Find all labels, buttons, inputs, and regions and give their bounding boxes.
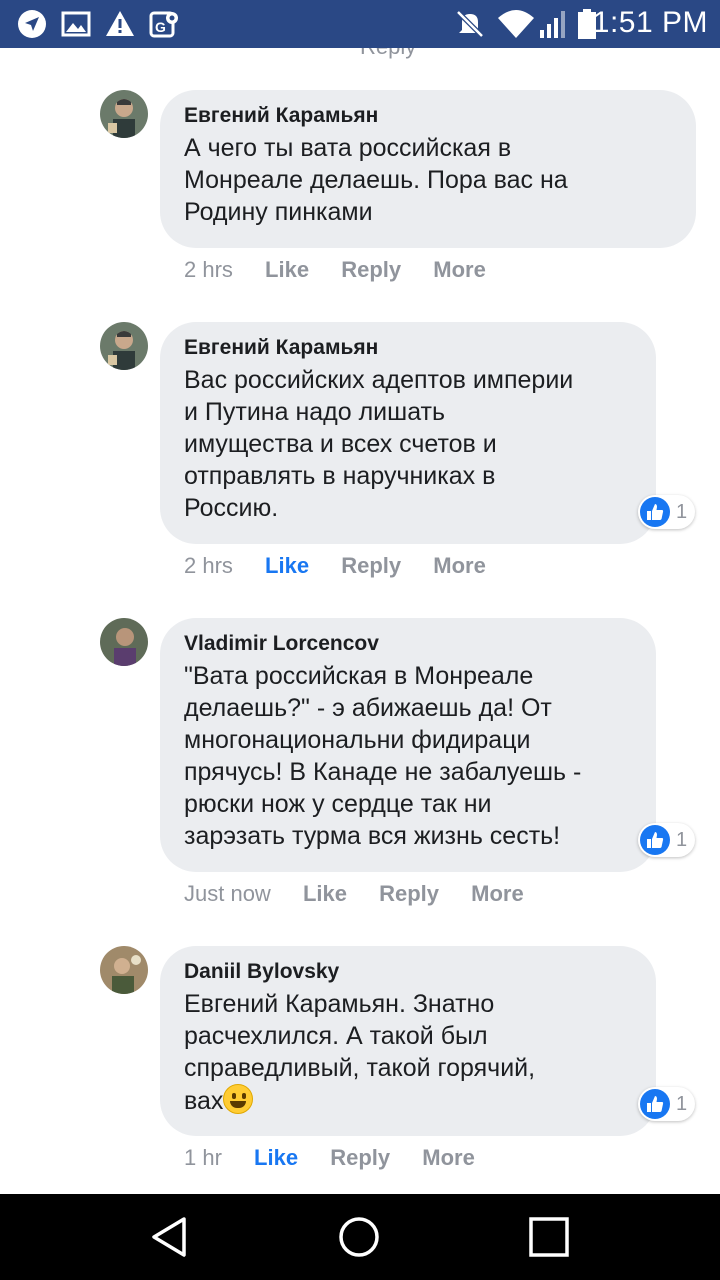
comment-text: А чего ты вата российская в Монреале дел… [184, 134, 568, 226]
more-button[interactable]: More [433, 552, 486, 580]
comment-bubble: Vladimir Lorcencov "Вата российская в Мо… [160, 618, 656, 872]
comment-text: Вас российских адептов империи и Путина … [184, 366, 574, 522]
clock: 1:51 PM [592, 6, 708, 39]
reaction-count: 1 [676, 828, 688, 851]
comment-author[interactable]: Daniil Bylovsky [184, 958, 632, 986]
comment-author[interactable]: Евгений Карамьян [184, 102, 672, 130]
reaction-count: 1 [676, 1092, 688, 1115]
comment-author[interactable]: Евгений Карамьян [184, 334, 632, 362]
comment-time[interactable]: Just now [184, 880, 271, 908]
comment-text: Евгений Карамьян. Знатно расчехлился. А … [184, 988, 632, 1117]
reply-button[interactable]: Reply [330, 1144, 390, 1172]
mute-icon [456, 10, 484, 38]
like-button[interactable]: Like [265, 256, 309, 284]
more-button[interactable]: More [471, 880, 524, 908]
reply-button[interactable]: Reply [341, 256, 401, 284]
reaction-count: 1 [676, 500, 688, 523]
thumbs-up-icon [640, 497, 670, 527]
comment-bubble: Евгений Карамьян Вас российских адептов … [160, 322, 656, 544]
comment-author[interactable]: Vladimir Lorcencov [184, 630, 632, 658]
avatar[interactable] [100, 618, 148, 666]
comment-time[interactable]: 2 hrs [184, 552, 233, 580]
comment-bubble: Евгений Карамьян А чего ты вата российск… [160, 90, 696, 248]
comment-time[interactable]: 1 hr [184, 1144, 222, 1172]
status-bar: G 1:51 PM [0, 0, 720, 48]
like-button[interactable]: Like [303, 880, 347, 908]
navigation-icon [18, 10, 46, 38]
like-button[interactable]: Like [254, 1144, 298, 1172]
reply-button[interactable]: Reply [379, 880, 439, 908]
cut-off-reply: Reply [360, 48, 416, 60]
comments-feed[interactable]: Reply Евгений Карамьян А чего ты вата ро… [0, 48, 720, 1194]
warning-icon [106, 11, 134, 36]
reactions-badge[interactable]: 1 [638, 823, 696, 857]
thumbs-up-icon [640, 1089, 670, 1119]
comment-time[interactable]: 2 hrs [184, 256, 233, 284]
reactions-badge[interactable]: 1 [638, 1087, 696, 1121]
avatar[interactable] [100, 90, 148, 138]
comment-text: "Вата российская в Монреале делаешь?" - … [184, 662, 582, 850]
image-icon [61, 11, 91, 37]
back-icon[interactable] [148, 1215, 192, 1259]
reply-button[interactable]: Reply [341, 552, 401, 580]
avatar[interactable] [100, 322, 148, 370]
thumbs-up-icon [640, 825, 670, 855]
maps-icon: G [149, 11, 178, 38]
comment-bubble: Daniil Bylovsky Евгений Карамьян. Знатно… [160, 946, 656, 1136]
comment-actions: Just now Like Reply More [184, 880, 550, 908]
comment-actions: 2 hrs Like Reply More [184, 256, 512, 284]
navigation-bar [0, 1194, 720, 1280]
signal-icon [540, 11, 565, 38]
avatar[interactable] [100, 946, 148, 994]
more-button[interactable]: More [422, 1144, 475, 1172]
home-icon[interactable] [337, 1215, 381, 1259]
grinning-face-icon [223, 1084, 254, 1114]
more-button[interactable]: More [433, 256, 486, 284]
like-button[interactable]: Like [265, 552, 309, 580]
reactions-badge[interactable]: 1 [638, 495, 696, 529]
recents-icon[interactable] [527, 1215, 571, 1259]
wifi-icon [498, 10, 534, 38]
comment-actions: 2 hrs Like Reply More [184, 552, 512, 580]
svg-text:G: G [155, 19, 166, 35]
comment-actions: 1 hr Like Reply More [184, 1144, 501, 1172]
